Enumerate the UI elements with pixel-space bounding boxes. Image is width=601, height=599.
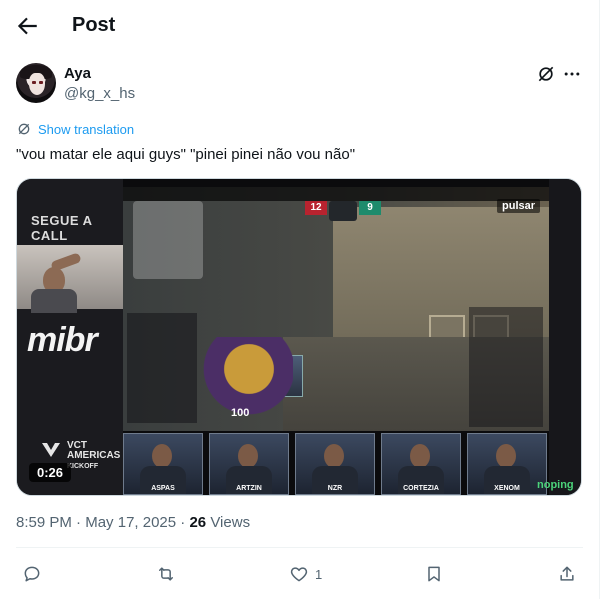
- sponsor-logo: noping: [537, 479, 574, 491]
- translate-icon: [18, 123, 30, 135]
- score-right: 9: [359, 201, 381, 215]
- minimap: [133, 201, 203, 279]
- vct-logo-icon: [41, 441, 61, 459]
- share-button[interactable]: [557, 563, 577, 585]
- grok-icon[interactable]: [536, 64, 556, 84]
- page-title: Post: [72, 14, 116, 36]
- health-value: 100: [231, 407, 250, 419]
- repost-icon: [159, 567, 173, 581]
- bookmark-button[interactable]: [424, 563, 444, 585]
- game-footage: 12 9 pulsar 100: [123, 187, 549, 431]
- post-text: "vou matar ele aqui guys" "pinei pinei n…: [16, 146, 356, 163]
- right-scoreboard: [469, 307, 543, 427]
- meta-separator: ·: [76, 514, 82, 531]
- event-sub: KICKOFF: [67, 463, 99, 470]
- player-cam-strip: ASPAS ARTZIN NZR CORTEZIA XENOM: [123, 433, 549, 495]
- player-cam-tile: NZR: [295, 433, 375, 495]
- video-player[interactable]: SEGUE A CALL mibr VCT AMERICAS KICKOFF 0…: [16, 178, 582, 496]
- more-options-icon[interactable]: [562, 64, 582, 84]
- stream-right-panel: [549, 179, 581, 495]
- reply-icon: [24, 566, 40, 582]
- column-border: [599, 0, 600, 599]
- score-left: 12: [305, 201, 327, 215]
- like-button[interactable]: 1: [289, 563, 322, 585]
- bookmark-icon: [428, 566, 440, 582]
- views-count: 26: [189, 514, 207, 531]
- event-name: VCT AMERICAS: [67, 440, 121, 461]
- weapon-viewmodel: [183, 337, 293, 417]
- player-cam-tile: CORTEZIA: [381, 433, 461, 495]
- meta-separator: ·: [180, 514, 186, 531]
- post-meta: 8:59 PM · May 17, 2025 · 26 Views: [16, 514, 250, 532]
- post-date[interactable]: May 17, 2025: [85, 514, 176, 531]
- show-translation-link[interactable]: Show translation: [16, 120, 134, 138]
- heart-icon: [290, 567, 308, 582]
- like-count: 1: [315, 566, 323, 582]
- hud-topbar: [123, 187, 549, 201]
- segue-overlay-text: SEGUE A CALL: [31, 213, 93, 243]
- player-name: CORTEZIA: [403, 485, 439, 492]
- player-name: XENOM: [494, 485, 520, 492]
- divider: [16, 547, 583, 548]
- post-time[interactable]: 8:59 PM: [16, 514, 72, 531]
- player-cam-tile: XENOM: [467, 433, 547, 495]
- event-logo: VCT AMERICAS KICKOFF: [67, 441, 123, 472]
- repost-button[interactable]: [156, 563, 176, 585]
- author-handle[interactable]: @kg_x_hs: [64, 85, 135, 103]
- player-name: NZR: [327, 485, 343, 492]
- reply-button[interactable]: [22, 563, 42, 585]
- show-translation-label: Show translation: [38, 121, 135, 137]
- header: Post: [0, 0, 599, 53]
- views-label: Views: [210, 514, 251, 531]
- video-duration: 0:26: [29, 463, 72, 482]
- share-icon: [560, 566, 574, 581]
- player-name: ASPAS: [151, 485, 175, 492]
- player-cam-tile: ASPAS: [123, 433, 203, 495]
- avatar[interactable]: [16, 63, 56, 103]
- author-name[interactable]: Aya: [64, 65, 91, 83]
- player-name: ARTZIN: [236, 485, 262, 492]
- spike-icon: [329, 201, 357, 221]
- streamer-webcam: [17, 245, 123, 313]
- broadcaster-logo: pulsar: [497, 199, 541, 213]
- stream-side-panel: SEGUE A CALL mibr VCT AMERICAS KICKOFF 0…: [17, 179, 123, 495]
- player-cam-tile: ARTZIN: [209, 433, 289, 495]
- team-logo: mibr: [27, 321, 98, 359]
- back-arrow-icon[interactable]: [14, 13, 40, 39]
